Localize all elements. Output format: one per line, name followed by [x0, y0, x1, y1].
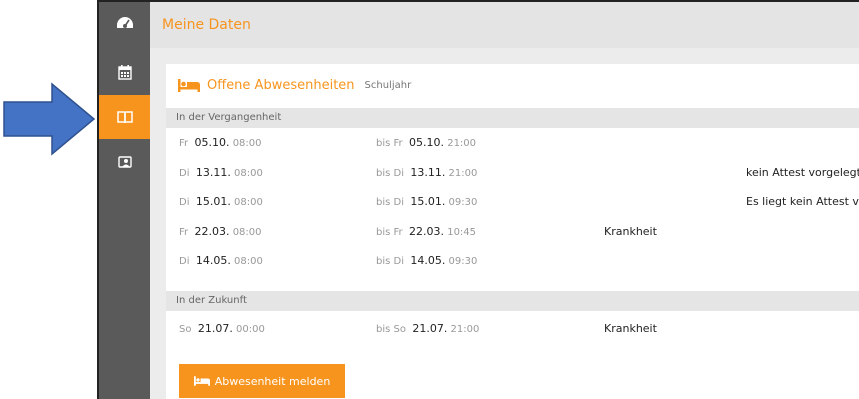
book-icon: [116, 110, 133, 123]
to-day: bis Fr: [376, 226, 403, 238]
report-absence-button[interactable]: Abwesenheit melden: [179, 364, 345, 398]
to-cell: bis Fr 05.10. 21:00: [376, 128, 476, 157]
note-cell: kein Attest vorgelegt: [746, 165, 859, 179]
from-day: Fr: [179, 138, 189, 149]
absence-row[interactable]: Di 14.05. 08:00 bis Di 14.05. 09:30: [166, 246, 859, 275]
header-bar: Meine Daten: [150, 2, 859, 48]
from-cell: Fr 05.10. 08:00: [179, 128, 262, 157]
to-date: 13.11.: [410, 165, 446, 179]
to-cell: bis Di 13.11. 21:00: [376, 158, 477, 187]
from-date: 14.05.: [195, 254, 231, 267]
to-cell: bis Fr 22.03. 10:45: [376, 217, 476, 246]
to-cell: bis Di 15.01. 09:30: [376, 187, 477, 216]
section-past: In der Vergangenheit: [166, 108, 859, 128]
bed-icon: [178, 78, 200, 92]
to-day: bis Di: [376, 167, 404, 179]
to-time: 09:30: [448, 256, 478, 267]
from-day: Di: [179, 256, 190, 267]
from-day: Fr: [179, 226, 189, 238]
to-date: 14.05.: [410, 254, 446, 267]
panel-title: Offene Abwesenheiten: [207, 77, 355, 93]
sidebar-item-book[interactable]: [99, 95, 150, 139]
from-time: 08:00: [234, 167, 263, 179]
section-future: In der Zukunft: [166, 291, 859, 311]
from-cell: Fr 22.03. 08:00: [179, 217, 262, 246]
absence-row[interactable]: Di 13.11. 08:00 bis Di 13.11. 21:00 kein A…: [166, 158, 859, 187]
from-time: 08:00: [234, 256, 263, 267]
from-time: 08:00: [234, 197, 263, 208]
to-day: bis Di: [376, 256, 404, 267]
from-cell: Di 13.11. 08:00: [179, 158, 263, 187]
absence-row[interactable]: Di 15.01. 08:00 bis Di 15.01. 09:30 Es lie…: [166, 187, 859, 216]
to-date: 05.10.: [409, 136, 445, 149]
from-cell: So 21.07. 00:00: [179, 314, 265, 343]
to-cell: bis So 21.07. 21:00: [376, 314, 479, 343]
to-time: 10:45: [447, 226, 477, 238]
sidebar-item-user[interactable]: [99, 140, 150, 184]
from-cell: Di 15.01. 08:00: [179, 187, 263, 216]
page-title: Meine Daten: [162, 17, 251, 33]
from-date: 05.10.: [194, 136, 230, 149]
panel-subtitle: Schuljahr: [364, 79, 412, 91]
from-day: Di: [179, 197, 190, 208]
to-day: bis Di: [376, 197, 404, 208]
report-absence-label: Abwesenheit melden: [214, 374, 331, 388]
from-time: 00:00: [236, 324, 265, 335]
bed-icon: [193, 376, 210, 386]
from-time: 08:00: [232, 138, 262, 149]
sidebar: [99, 2, 150, 399]
absences-panel: Offene Abwesenheiten Schuljahr In der Ve…: [166, 64, 859, 399]
to-date: 21.07.: [412, 322, 448, 335]
absence-row[interactable]: Fr 05.10. 08:00 bis Fr 05.10. 21:00: [166, 128, 859, 157]
absence-row[interactable]: Fr 22.03. 08:00 bis Fr 22.03. 10:45 Krankh…: [166, 217, 859, 246]
to-time: 21:00: [447, 138, 477, 149]
panel-header: Offene Abwesenheiten Schuljahr: [178, 74, 411, 96]
note-cell: Es liegt kein Attest vor: [746, 195, 859, 208]
from-date: 22.03.: [194, 224, 230, 238]
to-time: 09:30: [448, 197, 478, 208]
sidebar-item-dashboard[interactable]: [99, 2, 150, 46]
dashboard-icon: [116, 17, 133, 28]
reason-cell: Krankheit: [604, 224, 657, 238]
calendar-icon: [117, 64, 132, 80]
from-cell: Di 14.05. 08:00: [179, 246, 263, 275]
from-time: 08:00: [232, 226, 262, 238]
to-time: 21:00: [448, 167, 478, 179]
to-time: 21:00: [450, 324, 480, 335]
from-date: 21.07.: [197, 322, 233, 335]
absence-row[interactable]: So 21.07. 00:00 bis So 21.07. 21:00 Krankh…: [166, 314, 859, 343]
to-cell: bis Di 14.05. 09:30: [376, 246, 477, 275]
user-badge-icon: [117, 156, 132, 168]
from-date: 13.11.: [195, 165, 231, 179]
to-date: 15.01.: [410, 195, 446, 208]
sidebar-item-calendar[interactable]: [99, 50, 150, 94]
from-day: Di: [179, 167, 190, 179]
app-window: Meine Daten Offene Abwesenheiten Schulja…: [97, 0, 859, 399]
from-date: 15.01.: [195, 195, 231, 208]
pointer-arrow-icon: [3, 82, 96, 156]
reason-cell: Krankheit: [604, 322, 657, 335]
to-day: bis Fr: [376, 138, 403, 149]
to-day: bis So: [376, 324, 406, 335]
to-date: 22.03.: [409, 224, 445, 238]
from-day: So: [179, 324, 192, 335]
